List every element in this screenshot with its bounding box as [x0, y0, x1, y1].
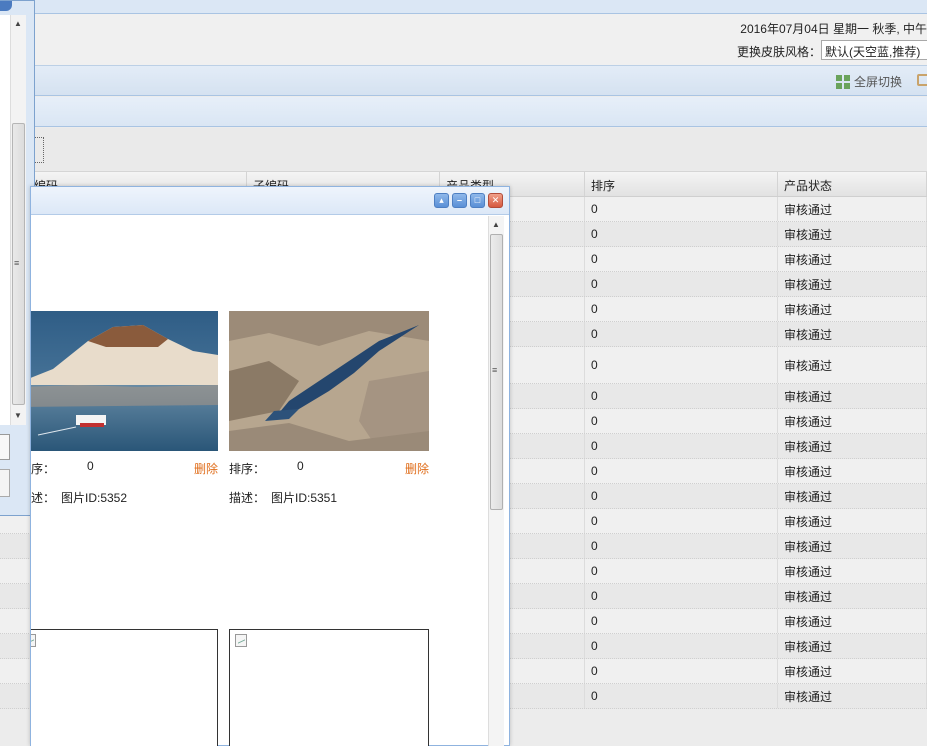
date-text: 2016年07月04日 星期一 秋季, 中午	[740, 22, 927, 36]
card2-sort-label: 排序：	[229, 462, 266, 476]
maximize-icon[interactable]: □	[470, 193, 485, 208]
cell-status: 审核通过	[778, 609, 927, 633]
grip-icon: ≡	[14, 258, 20, 268]
tab-bar	[0, 97, 927, 127]
cell-sort: 0	[585, 584, 778, 608]
skin-select[interactable]: 默认(天空蓝,推荐)	[821, 40, 927, 60]
image-placeholder-1[interactable]	[31, 629, 218, 746]
cell-sort: 0	[585, 409, 778, 433]
collapse-icon[interactable]: ▴	[434, 193, 449, 208]
toolbar: 全屏切换	[0, 66, 927, 96]
cell-sort: 0	[585, 197, 778, 221]
cell-status: 审核通过	[778, 559, 927, 583]
card2-delete-link[interactable]: 删除	[405, 460, 429, 477]
scroll-down-icon[interactable]: ▼	[14, 411, 22, 420]
popup-body: 序： 0 删除 述： 图片ID:5352 排序： 0 删除 描述： 图片ID:5…	[31, 216, 489, 746]
cell-status: 审核通过	[778, 509, 927, 533]
cell-status: 审核通过	[778, 634, 927, 658]
fullscreen-button[interactable]: 全屏切换	[836, 73, 902, 90]
minimize-icon[interactable]: –	[452, 193, 467, 208]
cell-sort: 0	[585, 609, 778, 633]
close-icon[interactable]: ✕	[488, 193, 503, 208]
photo-5352[interactable]	[31, 311, 218, 451]
cell-status: 审核通过	[778, 409, 927, 433]
fullscreen-icon	[836, 74, 850, 89]
broken-image-icon	[31, 634, 36, 647]
cell-sort: 0	[585, 509, 778, 533]
cell-status: 审核通过	[778, 584, 927, 608]
card1-desc-label: 述：	[31, 491, 56, 505]
cell-sort: 0	[585, 634, 778, 658]
cell-sort: 0	[585, 684, 778, 708]
panel-top-icon[interactable]	[0, 1, 12, 11]
card1-delete-link[interactable]: 删除	[194, 460, 218, 477]
cell-status: 审核通过	[778, 322, 927, 346]
cell-status: 审核通过	[778, 459, 927, 483]
col-status[interactable]: 产品状态	[778, 172, 927, 196]
card1-sort-value: 0	[87, 459, 94, 473]
cell-sort: 0	[585, 247, 778, 271]
more-icon[interactable]	[917, 74, 927, 86]
cell-sort: 0	[585, 484, 778, 508]
card2-desc-label: 描述：	[229, 491, 266, 505]
card1-sort-label: 序：	[31, 462, 56, 476]
top-strip	[0, 0, 927, 14]
cell-status: 审核通过	[778, 434, 927, 458]
cell-status: 审核通过	[778, 297, 927, 321]
popup-titlebar[interactable]: ▴ – □ ✕	[31, 187, 509, 215]
col-sort[interactable]: 排序	[585, 172, 778, 196]
left-select[interactable]	[0, 434, 10, 460]
card1-desc-value: 图片ID:5352	[61, 491, 128, 505]
cell-status: 审核通过	[778, 534, 927, 558]
card2-sort-value: 0	[297, 459, 304, 473]
broken-image-icon	[235, 634, 247, 647]
cell-status: 审核通过	[778, 247, 927, 271]
header: 2016年07月04日 星期一 秋季, 中午 更换皮肤风格： 默认(天空蓝,推荐…	[0, 14, 927, 66]
cell-sort: 0	[585, 659, 778, 683]
image-popup-window: ▴ – □ ✕ 序： 0 删除 述： 图片ID:5352 排序： 0 删除 描述…	[30, 186, 510, 746]
fullscreen-label: 全屏切换	[854, 75, 903, 89]
image-placeholder-2[interactable]	[229, 629, 429, 746]
cell-status: 审核通过	[778, 272, 927, 296]
cell-sort: 0	[585, 559, 778, 583]
cell-status: 审核通过	[778, 659, 927, 683]
cell-status: 审核通过	[778, 197, 927, 221]
cell-sort: 0	[585, 222, 778, 246]
left-button[interactable]	[0, 469, 10, 497]
window-buttons: ▴ – □ ✕	[434, 193, 503, 208]
card2-desc-value: 图片ID:5351	[271, 491, 338, 505]
popup-scrollbar[interactable]: ▲ ≡	[488, 216, 504, 746]
scroll-up-icon[interactable]: ▲	[14, 19, 22, 28]
photo-5351[interactable]	[229, 311, 429, 451]
cell-status: 审核通过	[778, 222, 927, 246]
cell-status: 审核通过	[778, 384, 927, 408]
cell-sort: 0	[585, 434, 778, 458]
cell-sort: 0	[585, 322, 778, 346]
left-scrollbar[interactable]: ▲ ≡ ▼	[10, 15, 26, 425]
scroll-up-icon[interactable]: ▲	[492, 220, 500, 229]
cell-sort: 0	[585, 459, 778, 483]
cell-status: 审核通过	[778, 684, 927, 708]
cell-sort: 0	[585, 272, 778, 296]
cell-status: 审核通过	[778, 484, 927, 508]
cell-sort: 0	[585, 534, 778, 558]
cell-sort: 0	[585, 297, 778, 321]
grip-icon: ≡	[492, 365, 498, 375]
skin-label: 更换皮肤风格：	[736, 45, 821, 59]
cell-status: 审核通过	[778, 347, 927, 383]
search-bar	[0, 128, 927, 172]
cell-sort: 0	[585, 384, 778, 408]
cell-sort: 0	[585, 347, 778, 383]
